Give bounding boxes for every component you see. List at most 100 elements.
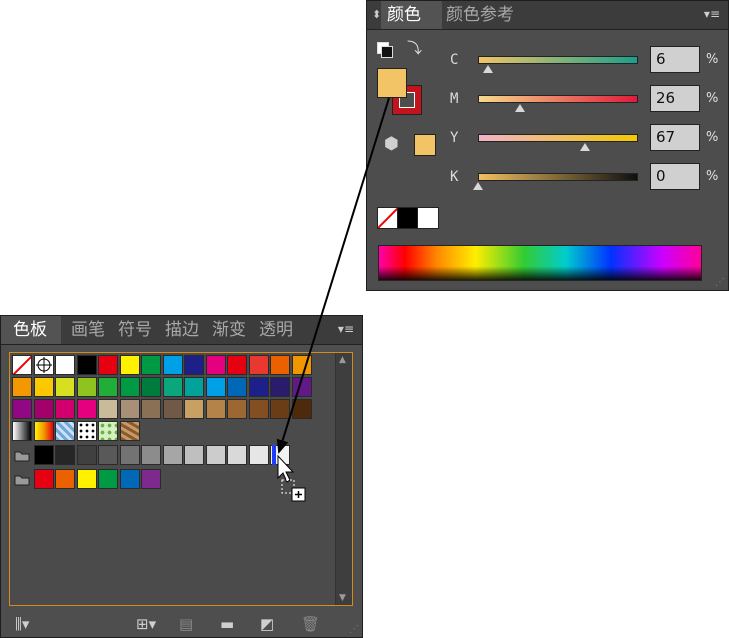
swatch[interactable] bbox=[98, 445, 118, 465]
swatch[interactable] bbox=[55, 469, 75, 489]
color-group-folder-icon[interactable] bbox=[12, 445, 32, 465]
swatch[interactable] bbox=[141, 445, 161, 465]
tab-brushes[interactable]: 画笔 bbox=[71, 316, 105, 344]
swatch[interactable] bbox=[12, 399, 32, 419]
swatch[interactable] bbox=[270, 377, 290, 397]
tab-color-guide[interactable]: 颜色参考 bbox=[446, 1, 526, 29]
swatch[interactable] bbox=[227, 377, 247, 397]
show-swatch-kinds-icon[interactable]: ⊞▾ bbox=[136, 615, 156, 633]
swatch[interactable] bbox=[248, 399, 269, 419]
gradient-swatch[interactable] bbox=[12, 421, 32, 441]
swatch[interactable] bbox=[270, 399, 290, 419]
slider-thumb-m[interactable] bbox=[514, 104, 525, 112]
registration-swatch[interactable] bbox=[33, 355, 54, 375]
pattern-swatch[interactable] bbox=[98, 421, 118, 441]
swatch[interactable] bbox=[55, 445, 75, 465]
swatch[interactable] bbox=[33, 445, 54, 465]
swatch[interactable] bbox=[205, 399, 226, 419]
swatch[interactable] bbox=[33, 399, 54, 419]
swatch[interactable] bbox=[98, 469, 118, 489]
swatch[interactable] bbox=[98, 399, 118, 419]
color-spectrum[interactable] bbox=[378, 245, 702, 281]
swatch[interactable] bbox=[162, 445, 183, 465]
swatch[interactable] bbox=[119, 355, 140, 375]
resize-grip-icon[interactable]: ⋰ bbox=[349, 624, 359, 635]
swatch[interactable] bbox=[76, 377, 97, 397]
scrollbar[interactable]: ▲ ▼ bbox=[335, 353, 352, 605]
tab-stroke[interactable]: 描边 bbox=[165, 316, 199, 344]
swatch[interactable] bbox=[270, 355, 290, 375]
black-swatch[interactable] bbox=[397, 207, 419, 229]
slider-m[interactable] bbox=[478, 95, 638, 103]
swatch[interactable] bbox=[76, 355, 97, 375]
swatch[interactable] bbox=[248, 377, 269, 397]
panel-menu-icon[interactable]: ▾≡ bbox=[704, 7, 720, 21]
swatch[interactable] bbox=[119, 469, 140, 489]
swatch[interactable] bbox=[184, 377, 204, 397]
tab-transparency[interactable]: 透明 bbox=[259, 316, 293, 344]
pattern-swatch[interactable] bbox=[76, 421, 97, 441]
swatch[interactable] bbox=[162, 377, 183, 397]
color-group-folder-icon[interactable] bbox=[12, 469, 32, 489]
slider-y[interactable] bbox=[478, 134, 638, 142]
tab-symbols[interactable]: 符号 bbox=[118, 316, 152, 344]
swatch[interactable] bbox=[184, 355, 204, 375]
swatch[interactable] bbox=[76, 469, 97, 489]
swatch[interactable] bbox=[119, 377, 140, 397]
swatch[interactable] bbox=[119, 399, 140, 419]
swatch-libraries-menu-icon[interactable]: ⫼▾ bbox=[15, 615, 29, 633]
swatch[interactable] bbox=[76, 445, 97, 465]
slider-thumb-c[interactable] bbox=[482, 65, 493, 73]
delete-swatch-icon[interactable]: 🗑 bbox=[301, 615, 320, 633]
swatch[interactable] bbox=[119, 445, 140, 465]
swatch[interactable] bbox=[291, 377, 312, 397]
slider-thumb-k[interactable] bbox=[473, 182, 483, 190]
scroll-up-icon[interactable]: ▲ bbox=[339, 355, 346, 365]
swatch[interactable] bbox=[162, 399, 183, 419]
swatch[interactable] bbox=[141, 355, 161, 375]
fill-swatch[interactable] bbox=[377, 68, 407, 98]
tab-color[interactable]: 颜色 bbox=[381, 1, 442, 29]
out-of-gamut-icon[interactable]: ⬢ bbox=[384, 134, 399, 154]
slider-c[interactable] bbox=[478, 56, 638, 64]
value-field-y[interactable]: 67 bbox=[650, 124, 700, 151]
value-field-m[interactable]: 26 bbox=[650, 85, 700, 112]
none-swatch[interactable] bbox=[377, 207, 399, 229]
tab-gradient[interactable]: 渐变 bbox=[212, 316, 246, 344]
swatch-options-icon[interactable]: ▤ bbox=[179, 615, 193, 633]
new-swatch-icon[interactable]: ◩ bbox=[260, 615, 274, 633]
swatch[interactable] bbox=[98, 355, 118, 375]
swatch[interactable] bbox=[141, 399, 161, 419]
slider-k[interactable] bbox=[478, 173, 638, 181]
swatch[interactable] bbox=[205, 377, 226, 397]
swatch[interactable] bbox=[227, 399, 247, 419]
panel-collapse-icon[interactable]: ⬍ bbox=[372, 8, 381, 21]
swatch[interactable] bbox=[248, 445, 269, 465]
swatch[interactable] bbox=[205, 355, 226, 375]
swatch[interactable] bbox=[162, 355, 183, 375]
swatch[interactable] bbox=[227, 355, 247, 375]
resize-grip-icon[interactable]: ⋰ bbox=[715, 277, 725, 288]
swatch[interactable] bbox=[227, 445, 247, 465]
swatch[interactable] bbox=[205, 445, 226, 465]
white-swatch[interactable] bbox=[417, 207, 439, 229]
web-safe-swatch[interactable] bbox=[414, 134, 436, 156]
swatch[interactable] bbox=[55, 399, 75, 419]
swatch[interactable] bbox=[55, 355, 75, 375]
pattern-swatch[interactable] bbox=[55, 421, 75, 441]
swatch[interactable] bbox=[33, 469, 54, 489]
value-field-c[interactable]: 6 bbox=[650, 46, 700, 73]
gradient-swatch[interactable] bbox=[33, 421, 54, 441]
swatch[interactable] bbox=[12, 377, 32, 397]
swatch[interactable] bbox=[98, 377, 118, 397]
swatch[interactable] bbox=[248, 355, 269, 375]
value-field-k[interactable]: 0 bbox=[650, 163, 700, 190]
slider-thumb-y[interactable] bbox=[580, 143, 591, 151]
tab-swatches[interactable]: 色板 bbox=[1, 316, 61, 344]
scroll-down-icon[interactable]: ▼ bbox=[339, 593, 346, 603]
swatch[interactable] bbox=[184, 399, 204, 419]
swatch[interactable] bbox=[291, 355, 312, 375]
swatch[interactable] bbox=[141, 377, 161, 397]
swatch[interactable] bbox=[184, 445, 204, 465]
swap-colors-icon[interactable]: ⤵ bbox=[407, 37, 422, 58]
